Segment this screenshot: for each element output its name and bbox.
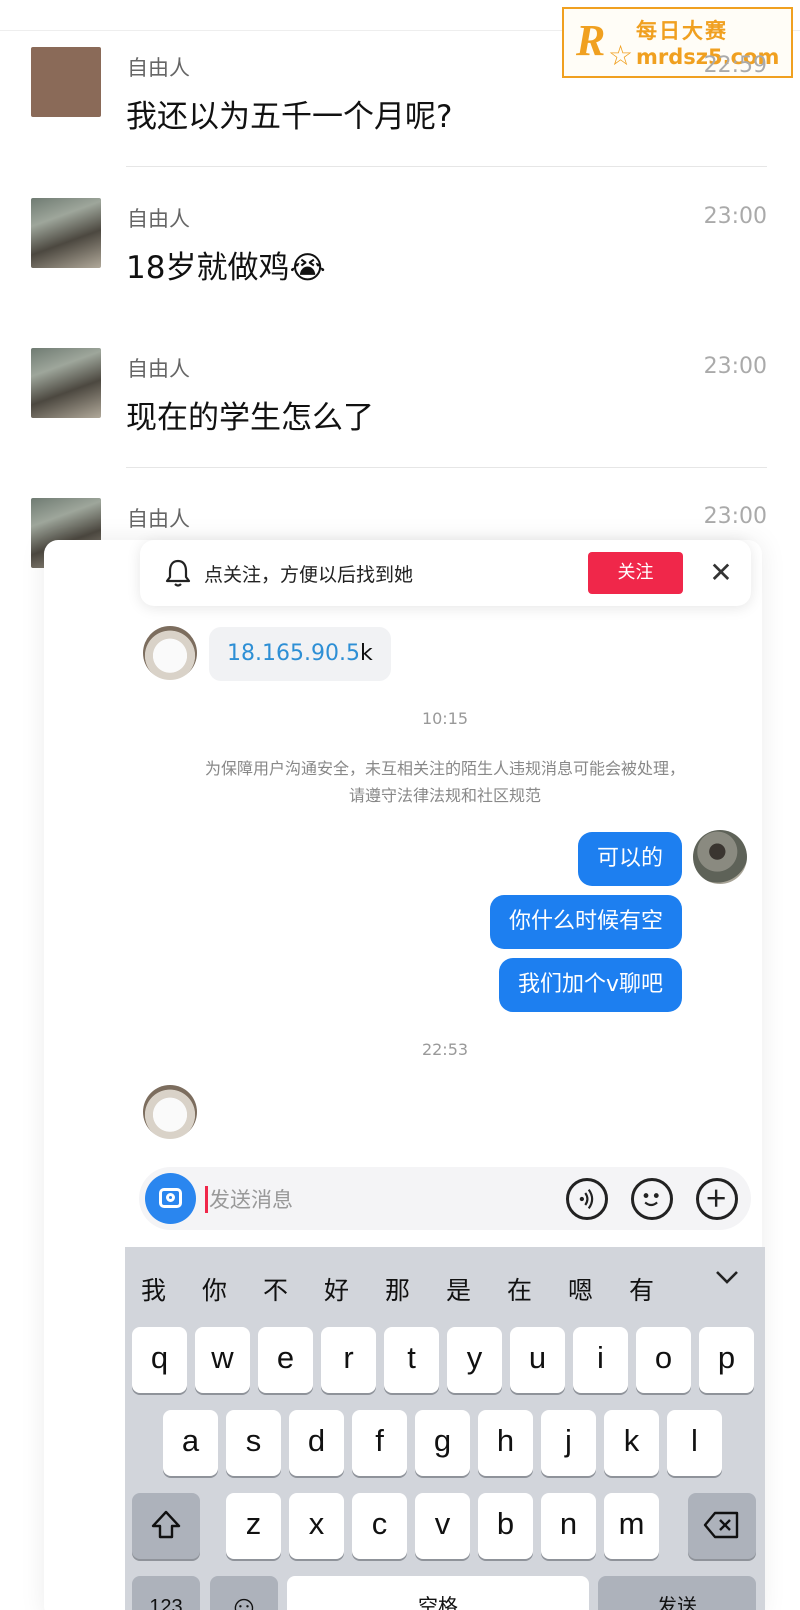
camera-icon[interactable] — [145, 1173, 196, 1224]
candidate-word[interactable]: 你 — [202, 1271, 227, 1307]
plus-icon[interactable] — [696, 1178, 738, 1220]
key-k[interactable]: k — [604, 1410, 659, 1476]
conversation-message: 现在的学生怎么了 — [126, 400, 374, 436]
candidate-word[interactable]: 那 — [385, 1271, 410, 1307]
message-suffix: k — [359, 641, 373, 666]
bell-icon — [165, 559, 191, 587]
key-e[interactable]: e — [258, 1327, 313, 1393]
text-cursor — [205, 1186, 208, 1213]
contact-avatar[interactable] — [143, 1085, 197, 1139]
safety-notice: 为保障用户沟通安全，未互相关注的陌生人违规消息可能会被处理，请遵守法律法规和社区… — [204, 759, 685, 805]
conversation-item[interactable]: 自由人 23:00 18岁就做鸡😭 — [0, 198, 800, 348]
close-icon[interactable]: ✕ — [703, 555, 739, 591]
key-g[interactable]: g — [415, 1410, 470, 1476]
outgoing-message-bubble: 我们加个v聊吧 — [498, 958, 682, 1012]
conversation-time: 23:00 — [703, 354, 767, 379]
key-m[interactable]: m — [604, 1493, 659, 1559]
backspace-key[interactable] — [688, 1493, 756, 1559]
key-c[interactable]: c — [352, 1493, 407, 1559]
conversation-name: 自由人 — [127, 507, 190, 531]
key-q[interactable]: q — [132, 1327, 187, 1393]
follow-button[interactable]: 关注 — [588, 552, 683, 594]
watermark-line1: 每日大赛 — [636, 19, 728, 43]
candidate-word[interactable]: 我 — [141, 1271, 166, 1307]
follow-banner-text: 点关注，方便以后找到她 — [204, 564, 414, 586]
key-z[interactable]: z — [226, 1493, 281, 1559]
shift-key[interactable] — [132, 1493, 200, 1559]
conversation-name: 自由人 — [127, 207, 190, 231]
avatar — [31, 348, 101, 418]
key-x[interactable]: x — [289, 1493, 344, 1559]
conversation-item[interactable]: 自由人 22:59 我还以为五千一个月呢? — [0, 47, 800, 197]
key-w[interactable]: w — [195, 1327, 250, 1393]
chevron-down-icon[interactable] — [713, 1263, 741, 1291]
space-key[interactable]: 空格 — [287, 1576, 589, 1610]
key-v[interactable]: v — [415, 1493, 470, 1559]
conversation-item[interactable]: 自由人 23:00 现在的学生怎么了 — [0, 348, 800, 498]
message-input[interactable]: 发送消息 — [209, 1184, 293, 1214]
candidate-bar: 我 你 不 好 那 是 在 嗯 有 — [125, 1247, 765, 1327]
numbers-key[interactable]: 123 — [132, 1576, 200, 1610]
candidate-word[interactable]: 好 — [324, 1271, 349, 1307]
key-i[interactable]: i — [573, 1327, 628, 1393]
divider — [126, 166, 767, 167]
outgoing-message-bubble: 你什么时候有空 — [489, 895, 682, 949]
emoji-icon[interactable] — [631, 1178, 673, 1220]
my-avatar[interactable] — [693, 830, 747, 884]
key-l[interactable]: l — [667, 1410, 722, 1476]
conversation-name: 自由人 — [127, 56, 190, 80]
conversation-message: 我还以为五千一个月呢? — [126, 99, 453, 135]
key-o[interactable]: o — [636, 1327, 691, 1393]
send-key[interactable]: 发送 — [598, 1576, 756, 1610]
message-link[interactable]: 18.165.90.5 — [227, 641, 360, 666]
chat-timestamp: 10:15 — [421, 709, 469, 728]
conversation-name: 自由人 — [127, 357, 190, 381]
incoming-message-bubble: 18.165.90.5k — [209, 627, 391, 681]
message-input-bar: 发送消息 — [139, 1167, 751, 1230]
key-n[interactable]: n — [541, 1493, 596, 1559]
key-p[interactable]: p — [699, 1327, 754, 1393]
candidate-word[interactable]: 在 — [507, 1271, 532, 1307]
key-a[interactable]: a — [163, 1410, 218, 1476]
key-j[interactable]: j — [541, 1410, 596, 1476]
candidate-word[interactable]: 不 — [263, 1271, 288, 1307]
key-u[interactable]: u — [510, 1327, 565, 1393]
emoji-key[interactable]: ☺ — [210, 1576, 278, 1610]
key-d[interactable]: d — [289, 1410, 344, 1476]
conversation-message: 18岁就做鸡😭 — [126, 250, 326, 286]
candidate-word[interactable]: 嗯 — [568, 1271, 593, 1307]
conversation-time: 23:00 — [703, 504, 767, 529]
candidate-word[interactable]: 有 — [629, 1271, 654, 1307]
conversation-time: 23:00 — [703, 204, 767, 229]
key-s[interactable]: s — [226, 1410, 281, 1476]
avatar — [31, 198, 101, 268]
key-f[interactable]: f — [352, 1410, 407, 1476]
contact-avatar[interactable] — [143, 626, 197, 680]
key-b[interactable]: b — [478, 1493, 533, 1559]
conversation-time: 22:59 — [703, 53, 767, 78]
shift-icon — [151, 1510, 181, 1539]
keyboard: 我 你 不 好 那 是 在 嗯 有 q w e r t y u i o p a … — [125, 1247, 765, 1610]
key-y[interactable]: y — [447, 1327, 502, 1393]
follow-banner: 点关注，方便以后找到她 关注 ✕ — [140, 540, 751, 606]
key-t[interactable]: t — [384, 1327, 439, 1393]
outgoing-message-bubble: 可以的 — [577, 832, 682, 886]
voice-icon[interactable] — [566, 1178, 608, 1220]
key-r[interactable]: r — [321, 1327, 376, 1393]
backspace-icon — [703, 1511, 739, 1539]
key-h[interactable]: h — [478, 1410, 533, 1476]
chat-timestamp: 22:53 — [421, 1040, 469, 1059]
avatar — [31, 47, 101, 117]
candidate-word[interactable]: 是 — [446, 1271, 471, 1307]
divider — [126, 467, 767, 468]
